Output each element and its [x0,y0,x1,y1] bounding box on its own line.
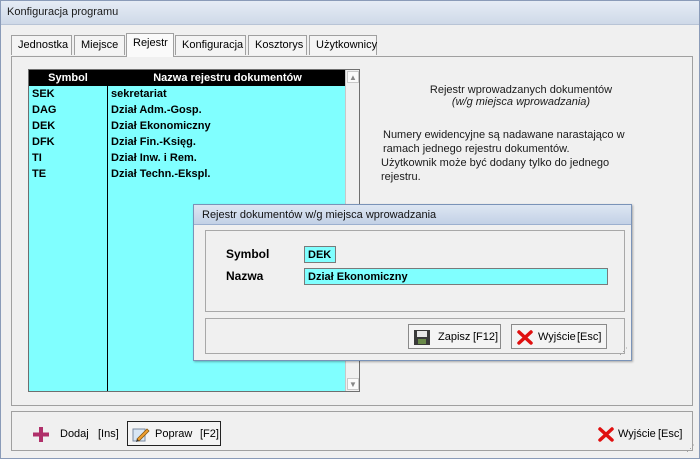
scroll-up-icon[interactable]: ▲ [347,71,359,83]
cell-symbol: DFK [32,136,55,148]
title-bar[interactable]: Konfiguracja programu [1,1,699,25]
column-header-name[interactable]: Nazwa rejestru dokumentów [108,70,347,86]
close-icon [598,427,614,442]
info-subtitle: (w/g miejsca wprowadzania) [451,96,591,108]
add-button[interactable]: Dodaj [Ins] [27,421,121,446]
window-title: Konfiguracja programu [7,6,119,18]
info-line: Numery ewidencyjne są nadawane narastają… [383,129,625,141]
cell-symbol: DEK [32,120,56,132]
cell-name: Dział Techn.-Ekspl. [111,168,211,180]
info-line: ramach jednego rejestru dokumentów. [383,143,570,155]
save-button[interactable]: Zapisz [F12] [408,324,501,349]
edit-button[interactable]: Popraw [F2] [127,421,221,446]
cell-name: Dział Fin.-Księg. [111,136,196,148]
cell-symbol: SEK [32,88,55,100]
info-title: Rejestr wprowadzanych dokumentów [429,84,613,96]
main-window: Konfiguracja programu Jednostka Miejsce … [0,0,700,459]
cell-name: Dział Inw. i Rem. [111,152,197,164]
symbol-field[interactable]: DEK [304,246,336,263]
tab-kosztorys[interactable]: Kosztorys [248,35,307,55]
cell-symbol: TI [32,152,42,164]
close-icon [517,330,533,345]
tab-rejestr[interactable]: Rejestr [126,33,174,57]
dialog-title-bar[interactable]: Rejestr dokumentów w/g miejsca wprowadza… [194,205,631,225]
table-row[interactable]: DEK Dział Ekonomiczny [29,119,347,135]
plus-icon [33,427,49,442]
dialog-title: Rejestr dokumentów w/g miejsca wprowadza… [202,209,437,221]
cell-name: Dział Adm.-Gosp. [111,104,202,116]
name-field[interactable]: Dział Ekonomiczny [304,268,608,285]
table-row[interactable]: DFK Dział Fin.-Księg. [29,135,347,151]
column-header-symbol[interactable]: Symbol [29,70,107,86]
resize-grip-icon[interactable]: ⋰ [619,346,628,357]
cell-name: Dział Ekonomiczny [111,120,211,132]
scroll-down-icon[interactable]: ▼ [347,378,359,390]
tab-jednostka[interactable]: Jednostka [11,35,72,55]
tab-konfiguracja[interactable]: Konfiguracja [175,35,246,55]
cell-name: sekretariat [111,88,167,100]
tab-uzytkownicy[interactable]: Użytkownicy [309,35,377,55]
table-row[interactable]: TE Dział Techn.-Ekspl. [29,167,347,183]
edit-register-dialog: Rejestr dokumentów w/g miejsca wprowadza… [193,204,632,361]
dialog-buttons-group: Zapisz [F12] Wyjście [Esc] [205,318,625,354]
name-label: Nazwa [226,269,264,283]
window-resize-grip-icon[interactable]: ⋰ [686,443,695,454]
symbol-label: Symbol [226,247,270,261]
table-row[interactable]: TI Dział Inw. i Rem. [29,151,347,167]
info-line: Użytkownik może być dodany tylko do jedn… [381,157,610,169]
cell-symbol: DAG [32,104,57,116]
exit-dialog-button[interactable]: Wyjście [Esc] [511,324,607,349]
tab-miejsce[interactable]: Miejsce [74,35,125,55]
dialog-fields-group: Symbol DEK Nazwa Dział Ekonomiczny [205,230,625,312]
pencil-icon [132,428,150,442]
table-row[interactable]: DAG Dział Adm.-Gosp. [29,103,347,119]
floppy-disk-icon [414,330,430,345]
info-line: rejestru. [381,171,421,183]
cell-symbol: TE [32,168,47,180]
exit-button[interactable]: Wyjście [Esc] [592,421,686,446]
info-panel: Rejestr wprowadzanych dokumentów (w/g mi… [376,84,666,184]
table-row[interactable]: SEK sekretariat [29,87,347,103]
